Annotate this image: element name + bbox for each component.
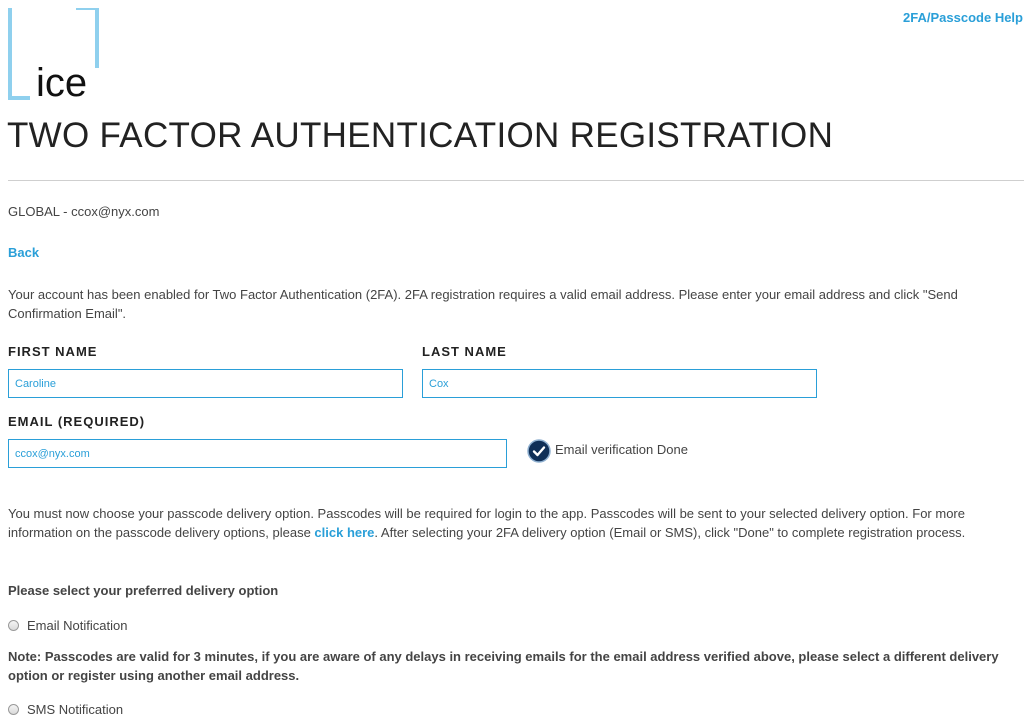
- email-label: EMAIL (REQUIRED): [8, 414, 146, 429]
- email-input[interactable]: [8, 439, 507, 468]
- verification-status-text: Email verification Done: [555, 442, 688, 457]
- email-notification-label: Email Notification: [27, 618, 128, 633]
- last-name-input[interactable]: [422, 369, 817, 398]
- sms-notification-label: SMS Notification: [27, 702, 124, 717]
- logo-text: ice: [36, 61, 87, 100]
- page: ice 2FA/Passcode Help TWO FACTOR AUTHENT…: [0, 0, 1027, 717]
- sms-notification-radio[interactable]: [8, 704, 19, 715]
- header-divider: [8, 180, 1024, 181]
- last-name-label: LAST NAME: [422, 344, 507, 359]
- delivery-info-text-end: . After selecting your 2FA delivery opti…: [374, 525, 966, 540]
- delivery-select-heading: Please select your preferred delivery op…: [8, 583, 279, 598]
- page-title: TWO FACTOR AUTHENTICATION REGISTRATION: [7, 116, 834, 155]
- intro-text: Your account has been enabled for Two Fa…: [8, 287, 958, 321]
- passcode-help-link[interactable]: 2FA/Passcode Help: [903, 10, 1023, 25]
- first-name-label: FIRST NAME: [8, 344, 98, 359]
- ice-logo-icon: ice: [8, 8, 99, 100]
- check-circle-icon: [527, 439, 551, 463]
- email-notification-radio[interactable]: [8, 620, 19, 631]
- account-line: GLOBAL - ccox@nyx.com: [8, 204, 160, 219]
- back-link[interactable]: Back: [8, 245, 39, 260]
- sms-notification-option[interactable]: SMS Notification: [8, 702, 123, 717]
- email-verification-status: Email verification Done: [527, 439, 688, 465]
- delivery-info-text: You must now choose your passcode delive…: [8, 504, 1020, 542]
- delivery-options-link[interactable]: click here: [314, 525, 374, 540]
- first-name-input[interactable]: [8, 369, 403, 398]
- email-notification-option[interactable]: Email Notification: [8, 618, 127, 633]
- passcode-note: Note: Passcodes are valid for 3 minutes,…: [8, 649, 999, 683]
